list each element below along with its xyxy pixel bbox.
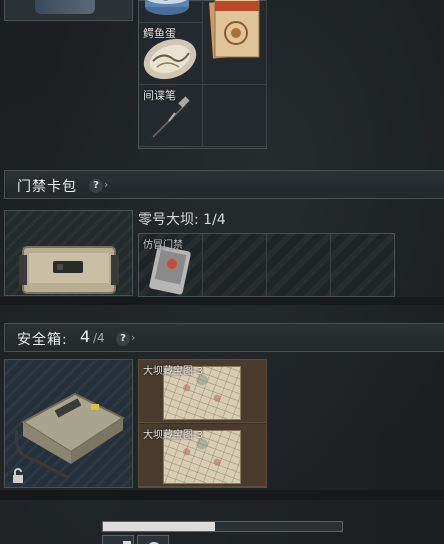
document-icon [123, 541, 131, 544]
safe-box-grid: 大坝藏宝图-3 大坝藏宝图-3 [138, 359, 267, 488]
section-divider [0, 490, 444, 500]
documents-icon [209, 0, 260, 59]
inventory-cell[interactable] [203, 85, 267, 147]
inventory-cell[interactable] [203, 0, 267, 85]
keycard-slot-label: 零号大坝: 1/4 [138, 212, 226, 228]
item-label: 鳄鱼蛋 [143, 27, 176, 40]
keycard-case-slot[interactable] [4, 210, 133, 296]
safe-item-cell[interactable]: 大坝藏宝图-3 [139, 360, 266, 423]
item-label: 间谍笔 [143, 89, 176, 102]
item-label: 大坝藏宝图-3 [143, 366, 203, 377]
keycard-case-icon [19, 246, 119, 294]
keycard-cell[interactable]: 仿冒门禁 [139, 234, 203, 296]
safe-item-cell[interactable]: 大坝藏宝图-3 [139, 424, 266, 487]
safe-box-header[interactable]: 安全箱: 4 /4 ? › [4, 323, 444, 352]
keycard-grid: 仿冒门禁 [138, 233, 395, 297]
keycard-cell[interactable] [203, 234, 267, 296]
safe-box-capacity: /4 [93, 331, 105, 345]
section-title: 安全箱: [17, 332, 68, 348]
rotate-icon [149, 542, 159, 544]
canned-food-icon: ≡ [145, 0, 189, 15]
keycard-cell[interactable] [331, 234, 395, 296]
inventory-cell[interactable]: ≡ [139, 0, 203, 23]
container-grid: ≡ 鳄鱼蛋 间谍笔 [138, 0, 267, 149]
inventory-cell[interactable]: 鳄鱼蛋 [139, 23, 203, 85]
lock-icon [13, 468, 23, 483]
capacity-progress-bar [102, 521, 343, 532]
section-divider [0, 297, 444, 305]
help-icon[interactable]: ? [116, 332, 130, 346]
chevron-right-icon: › [104, 178, 109, 191]
help-icon[interactable]: ? [89, 179, 103, 193]
safe-box-slot[interactable] [4, 359, 133, 488]
weapon-icon [35, 0, 95, 14]
keycard-cell[interactable] [267, 234, 331, 296]
item-label: 大坝藏宝图-3 [143, 430, 203, 441]
keycard-case-header[interactable]: 门禁卡包 ? › [4, 170, 444, 199]
chevron-right-icon: › [131, 331, 136, 344]
equipment-slot-top[interactable] [4, 0, 133, 21]
inventory-cell[interactable]: 间谍笔 [139, 85, 203, 147]
section-title: 门禁卡包 [17, 179, 77, 195]
bottom-action-button[interactable] [137, 535, 169, 544]
svg-text:≡: ≡ [163, 0, 169, 3]
bottom-action-button[interactable] [102, 535, 134, 544]
safe-box-count: 4 [80, 327, 91, 346]
item-label: 仿冒门禁 [143, 240, 183, 251]
progress-fill [103, 522, 216, 531]
